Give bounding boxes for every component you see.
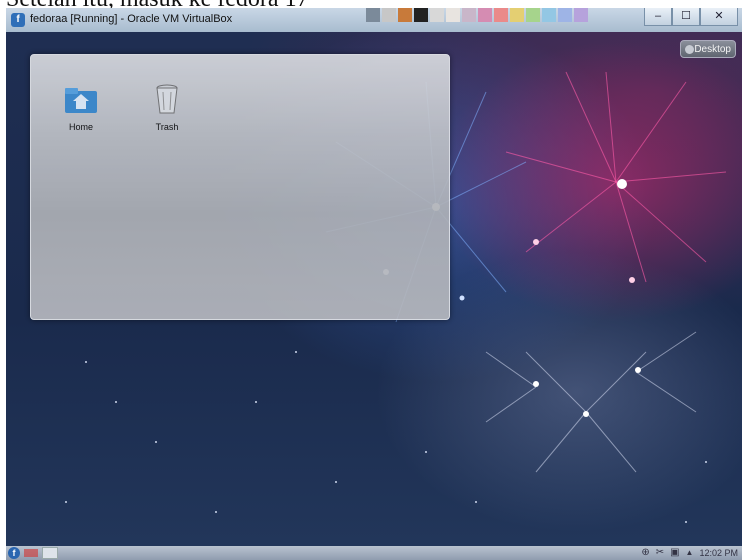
updates-icon[interactable]: ▣ (670, 547, 679, 558)
minimize-icon: – (654, 10, 662, 22)
desktop-item-label: Trash (155, 122, 179, 132)
folder-view-widget[interactable]: Home Trash (30, 54, 450, 320)
pager-icon[interactable] (24, 549, 38, 557)
fedora-launcher-icon[interactable]: f (8, 547, 20, 559)
minimize-button[interactable]: – (644, 8, 672, 26)
desktop-item-home[interactable]: Home (51, 85, 111, 132)
trash-icon (156, 84, 178, 114)
home-folder-icon (65, 88, 97, 113)
maximize-button[interactable]: ☐ (672, 8, 700, 26)
desktop-toolbox-button[interactable]: Desktop (680, 40, 736, 58)
network-icon[interactable]: ⊕ (641, 547, 649, 558)
task-manager-icon[interactable] (42, 547, 58, 559)
maximize-icon: ☐ (681, 10, 691, 22)
virtualbox-app-icon: f (11, 13, 25, 27)
tray-expand-icon[interactable]: ▲ (686, 548, 694, 557)
kde-panel: f ⊕ ✂ ▣ ▲ 12:02 PM (6, 546, 742, 560)
plasma-toolbox-icon (685, 45, 694, 54)
desktop-item-trash[interactable]: Trash (137, 83, 197, 132)
close-button[interactable]: ✕ (700, 8, 738, 26)
klipper-icon[interactable]: ✂ (656, 547, 664, 558)
background-color-strip (366, 8, 588, 22)
desktop-item-label: Home (68, 122, 93, 132)
window-title: fedoraa [Running] - Oracle VM VirtualBox (30, 13, 233, 25)
guest-desktop[interactable]: Desktop Home Trash (6, 32, 742, 546)
window-titlebar[interactable]: f fedoraa [Running] - Oracle VM VirtualB… (6, 8, 742, 32)
close-icon: ✕ (714, 10, 724, 22)
taskbar-clock[interactable]: 12:02 PM (699, 548, 738, 558)
virtualbox-window: f fedoraa [Running] - Oracle VM VirtualB… (6, 8, 742, 560)
desktop-toolbox-label: Desktop (694, 44, 731, 55)
